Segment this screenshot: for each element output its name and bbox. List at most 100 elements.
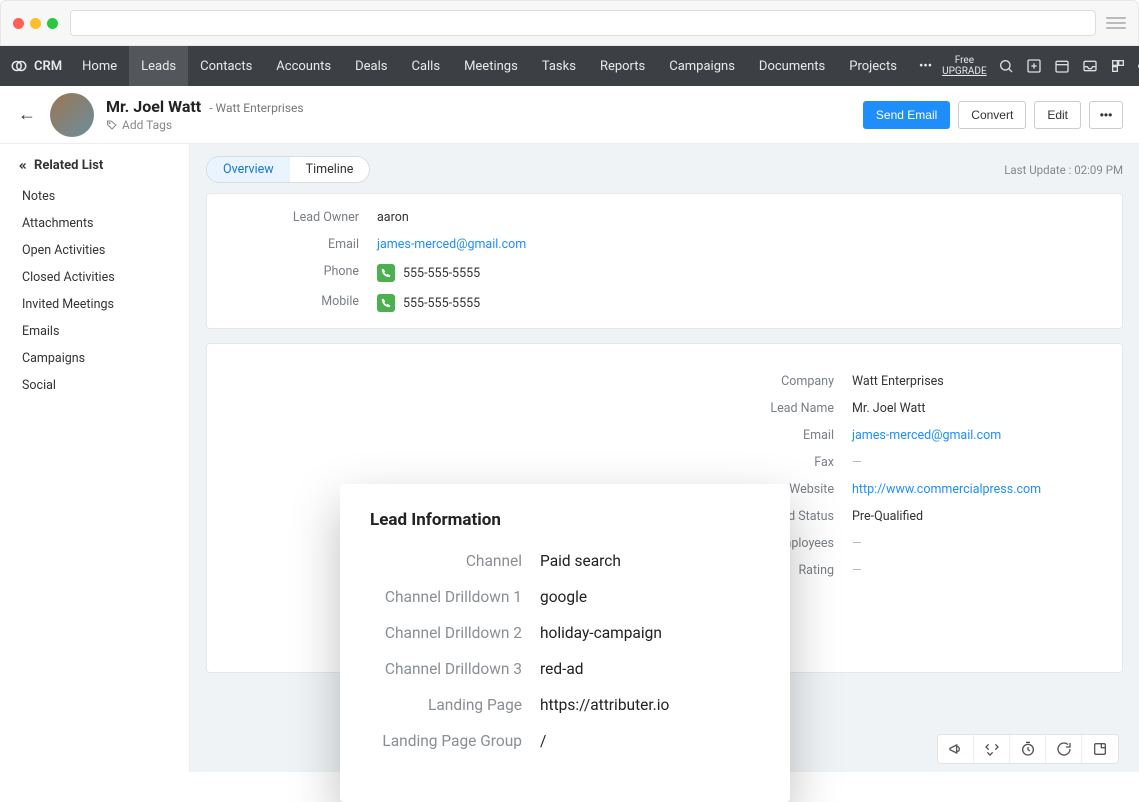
company-value: Watt Enterprises bbox=[852, 374, 1102, 389]
nav-tabs: HomeLeadsContactsAccountsDealsCallsMeeti… bbox=[70, 46, 909, 86]
popover-row: Channel Drilldown 3red-ad bbox=[370, 660, 760, 678]
lead-avatar[interactable] bbox=[50, 93, 94, 137]
nav-tab-leads[interactable]: Leads bbox=[129, 46, 188, 86]
popover-row: Channel Drilldown 2holiday-campaign bbox=[370, 624, 760, 642]
content-tabs: Overview Timeline bbox=[206, 156, 370, 183]
add-icon[interactable] bbox=[1025, 57, 1043, 75]
menu-icon[interactable] bbox=[1106, 13, 1126, 33]
popover-label: Channel Drilldown 2 bbox=[370, 624, 540, 642]
lead-title: Mr. Joel Watt - Watt Enterprises Add Tag… bbox=[106, 97, 304, 132]
sidebar-item-campaigns[interactable]: Campaigns bbox=[18, 345, 179, 372]
brand-label: CRM bbox=[34, 59, 62, 74]
inbox-icon[interactable] bbox=[1081, 57, 1099, 75]
sidebar-item-open-activities[interactable]: Open Activities bbox=[18, 237, 179, 264]
email-value[interactable]: james-merced@gmail.com bbox=[377, 237, 1102, 252]
upgrade-line1: Free bbox=[942, 55, 987, 66]
fax-value: — bbox=[852, 455, 1102, 470]
header-actions: Send Email Convert Edit ••• bbox=[863, 101, 1123, 129]
top-nav: CRM HomeLeadsContactsAccountsDealsCallsM… bbox=[0, 46, 1139, 86]
lead-owner-label: Lead Owner bbox=[227, 210, 367, 225]
address-bar[interactable] bbox=[70, 10, 1096, 36]
rating-value: — bbox=[852, 563, 1102, 578]
lead-header: ← Mr. Joel Watt - Watt Enterprises Add T… bbox=[0, 86, 1139, 144]
popover-row: Landing Pagehttps://attributer.io bbox=[370, 696, 760, 714]
popover-label: Channel bbox=[370, 552, 540, 570]
calendar-icon[interactable] bbox=[1053, 57, 1071, 75]
popover-title: Lead Information bbox=[370, 510, 760, 530]
tab-overview[interactable]: Overview bbox=[207, 157, 290, 182]
more-actions-button[interactable]: ••• bbox=[1089, 101, 1123, 129]
nav-tab-contacts[interactable]: Contacts bbox=[188, 46, 264, 86]
nav-tab-accounts[interactable]: Accounts bbox=[264, 46, 343, 86]
nav-tab-projects[interactable]: Projects bbox=[837, 46, 909, 86]
related-list-sidebar: Related List NotesAttachmentsOpen Activi… bbox=[0, 144, 190, 772]
browser-chrome bbox=[0, 0, 1139, 46]
sidebar-item-notes[interactable]: Notes bbox=[18, 183, 179, 210]
email-label: Email bbox=[227, 237, 367, 252]
nav-tab-deals[interactable]: Deals bbox=[343, 46, 399, 86]
expand-icon[interactable] bbox=[974, 735, 1010, 763]
clock-icon[interactable] bbox=[1010, 735, 1046, 763]
sticky-icon[interactable] bbox=[1082, 735, 1118, 763]
upgrade-badge[interactable]: Free UPGRADE bbox=[942, 55, 987, 77]
popover-label: Channel Drilldown 1 bbox=[370, 588, 540, 606]
sidebar-item-emails[interactable]: Emails bbox=[18, 318, 179, 345]
tab-timeline[interactable]: Timeline bbox=[290, 157, 370, 182]
maximize-window-icon[interactable] bbox=[47, 18, 58, 29]
add-tags-label: Add Tags bbox=[122, 118, 172, 132]
lead-owner-value: aaron bbox=[377, 210, 1102, 225]
sidebar-heading: Related List bbox=[18, 158, 179, 173]
sidebar-item-invited-meetings[interactable]: Invited Meetings bbox=[18, 291, 179, 318]
popover-value: Paid search bbox=[540, 552, 621, 570]
overview-card: Lead Owner aaron Email james-merced@gmai… bbox=[206, 193, 1123, 329]
phone-icon bbox=[377, 294, 395, 312]
employees-value: — bbox=[852, 536, 1102, 551]
phone-icon bbox=[377, 264, 395, 282]
traffic-lights bbox=[13, 18, 58, 29]
detail-email-label: Email bbox=[682, 428, 842, 443]
content-tabs-row: Overview Timeline Last Update : 02:09 PM bbox=[206, 156, 1123, 183]
nav-tab-meetings[interactable]: Meetings bbox=[452, 46, 530, 86]
nav-tab-calls[interactable]: Calls bbox=[399, 46, 452, 86]
megaphone-icon[interactable] bbox=[938, 735, 974, 763]
website-value[interactable]: http://www.commercialpress.com bbox=[852, 482, 1102, 497]
nav-tab-documents[interactable]: Documents bbox=[747, 46, 837, 86]
popover-value: google bbox=[540, 588, 587, 606]
phone-value[interactable]: 555-555-5555 bbox=[377, 264, 1102, 282]
sidebar-item-closed-activities[interactable]: Closed Activities bbox=[18, 264, 179, 291]
nav-icons bbox=[997, 55, 1139, 77]
nav-tab-home[interactable]: Home bbox=[70, 46, 129, 86]
close-window-icon[interactable] bbox=[13, 18, 24, 29]
popover-label: Landing Page Group bbox=[370, 732, 540, 750]
add-tags[interactable]: Add Tags bbox=[106, 118, 304, 132]
search-icon[interactable] bbox=[997, 57, 1015, 75]
popover-value: holiday-campaign bbox=[540, 624, 662, 642]
popover-value: / bbox=[540, 732, 546, 750]
popover-value: red-ad bbox=[540, 660, 584, 678]
sidebar-item-attachments[interactable]: Attachments bbox=[18, 210, 179, 237]
extensions-icon[interactable] bbox=[1109, 57, 1127, 75]
last-update: Last Update : 02:09 PM bbox=[1004, 163, 1123, 177]
nav-tab-campaigns[interactable]: Campaigns bbox=[657, 46, 747, 86]
detail-email-value[interactable]: james-merced@gmail.com bbox=[852, 428, 1102, 443]
nav-more[interactable]: ••• bbox=[909, 59, 942, 74]
popover-row: ChannelPaid search bbox=[370, 552, 760, 570]
nav-tab-reports[interactable]: Reports bbox=[588, 46, 657, 86]
minimize-window-icon[interactable] bbox=[30, 18, 41, 29]
send-email-button[interactable]: Send Email bbox=[863, 101, 950, 129]
popover-value: https://attributer.io bbox=[540, 696, 669, 714]
main-layout: Related List NotesAttachmentsOpen Activi… bbox=[0, 144, 1139, 772]
refresh-icon[interactable] bbox=[1046, 735, 1082, 763]
mobile-label: Mobile bbox=[227, 294, 367, 312]
convert-button[interactable]: Convert bbox=[958, 101, 1026, 129]
lead-company-heading: Watt Enterprises bbox=[216, 101, 304, 115]
mobile-value[interactable]: 555-555-5555 bbox=[377, 294, 1102, 312]
popover-row: Channel Drilldown 1google bbox=[370, 588, 760, 606]
brand[interactable]: CRM bbox=[10, 57, 62, 75]
edit-button[interactable]: Edit bbox=[1034, 101, 1081, 129]
lead-name-heading: Mr. Joel Watt bbox=[106, 97, 201, 116]
sidebar-item-social[interactable]: Social bbox=[18, 372, 179, 399]
back-button[interactable]: ← bbox=[16, 104, 38, 125]
nav-tab-tasks[interactable]: Tasks bbox=[530, 46, 588, 86]
leadstatus-value: Pre-Qualified bbox=[852, 509, 1102, 524]
